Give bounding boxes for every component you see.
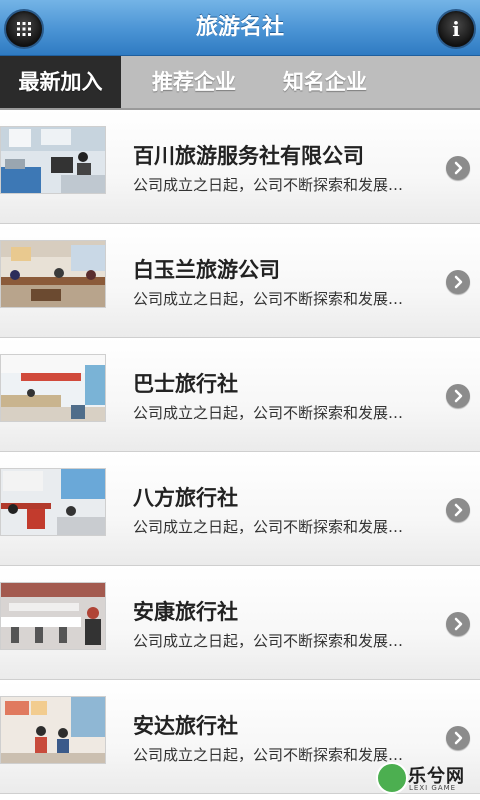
chevron-right-icon[interactable] [446, 612, 470, 636]
company-description: 公司成立之日起，公司不断探索和发展… [133, 632, 404, 650]
company-thumbnail [0, 354, 106, 422]
company-list: 百川旅游服务社有限公司 公司成立之日起，公司不断探索和发展… 白玉兰旅游公司 公… [0, 110, 480, 794]
chevron-right-icon[interactable] [446, 498, 470, 522]
company-thumbnail [0, 582, 106, 650]
info-button[interactable]: i [436, 9, 476, 49]
tab-recommended[interactable]: 推荐企业 [135, 56, 253, 108]
company-thumbnail [0, 468, 106, 536]
company-description: 公司成立之日起，公司不断探索和发展… [133, 404, 404, 422]
company-thumbnail [0, 696, 106, 764]
tab-latest[interactable]: 最新加入 [0, 56, 121, 108]
list-item[interactable]: 百川旅游服务社有限公司 公司成立之日起，公司不断探索和发展… [0, 110, 480, 224]
watermark-subtext: LEXI GAME [409, 784, 457, 792]
chevron-right-icon[interactable] [446, 156, 470, 180]
company-name: 巴士旅行社 [133, 372, 238, 396]
page-title: 旅游名社 [195, 15, 284, 40]
tab-bar: 最新加入 推荐企业 知名企业 [0, 56, 480, 110]
site-watermark: 乐兮网 LEXI GAME [376, 760, 472, 794]
tab-famous[interactable]: 知名企业 [266, 56, 384, 108]
company-description: 公司成立之日起，公司不断探索和发展… [133, 290, 404, 308]
list-item[interactable]: 白玉兰旅游公司 公司成立之日起，公司不断探索和发展… [0, 224, 480, 338]
company-description: 公司成立之日起，公司不断探索和发展… [133, 518, 404, 536]
list-item[interactable]: 安康旅行社 公司成立之日起，公司不断探索和发展… [0, 566, 480, 680]
company-name: 百川旅游服务社有限公司 [133, 144, 364, 168]
list-item[interactable]: 巴士旅行社 公司成立之日起，公司不断探索和发展… [0, 338, 480, 452]
chevron-right-icon[interactable] [446, 270, 470, 294]
chevron-right-icon[interactable] [446, 384, 470, 408]
leaf-logo-icon [376, 762, 408, 794]
chevron-right-icon[interactable] [446, 726, 470, 750]
company-name: 八方旅行社 [133, 486, 238, 510]
company-thumbnail [0, 240, 106, 308]
company-name: 安康旅行社 [133, 600, 238, 624]
company-name: 白玉兰旅游公司 [133, 258, 280, 282]
company-name: 安达旅行社 [133, 714, 238, 738]
app-header: 旅游名社 i [0, 0, 480, 56]
list-item[interactable]: 八方旅行社 公司成立之日起，公司不断探索和发展… [0, 452, 480, 566]
info-icon: i [452, 17, 460, 41]
company-description: 公司成立之日起，公司不断探索和发展… [133, 176, 404, 194]
company-thumbnail [0, 126, 106, 194]
